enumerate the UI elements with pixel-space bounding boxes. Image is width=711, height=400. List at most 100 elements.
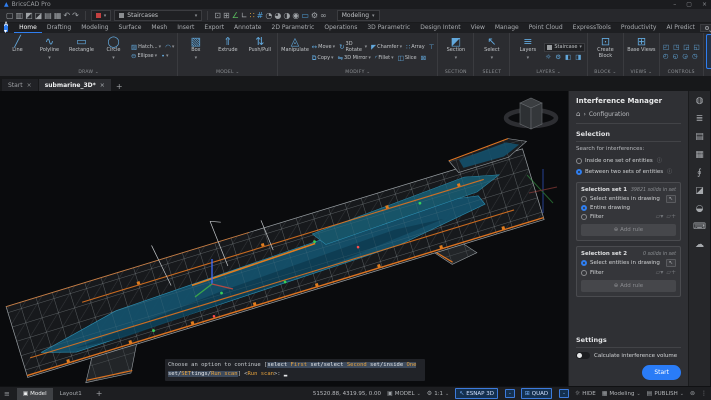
ribbon-layer-dropdown[interactable]: Staircase▾: [544, 43, 585, 52]
radio-icon[interactable]: [576, 158, 582, 164]
control-units-icon-button[interactable]: ◷: [691, 52, 699, 60]
hide-toggle[interactable]: ☼HIDE: [575, 390, 596, 397]
home-icon[interactable]: ⌂: [576, 110, 580, 118]
box-button[interactable]: ▧Box▾: [180, 34, 211, 69]
radio-inside-one-set[interactable]: Inside one set of entities ⓘ: [576, 157, 681, 164]
control-grid-icon-button[interactable]: ◲: [682, 43, 690, 51]
base-views-button[interactable]: ⊞Base Views: [626, 34, 657, 69]
control-view-icon-button[interactable]: ◱: [692, 43, 700, 51]
command-line-icon[interactable]: ⌨: [693, 223, 706, 232]
align-icon-button[interactable]: ⊠: [420, 54, 427, 62]
control-track-icon-button[interactable]: ◵: [672, 52, 680, 60]
new-file-icon[interactable]: ▢: [5, 11, 15, 20]
radio-filter[interactable]: Filter▱▾▱+: [581, 269, 676, 276]
open-file-icon[interactable]: ▥: [15, 11, 25, 20]
layers-panel-icon[interactable]: ▤: [695, 133, 704, 142]
tab-insert[interactable]: Insert: [172, 23, 199, 33]
section-button[interactable]: ◩Section▾: [440, 34, 471, 69]
chevron-down-icon[interactable]: ⌄: [505, 389, 515, 398]
attachments-icon[interactable]: ∮: [697, 169, 702, 178]
tab-point-cloud[interactable]: Point Cloud: [524, 23, 568, 33]
layout-tab-layout1[interactable]: Layout1: [54, 388, 88, 400]
doc-tab-start[interactable]: Start×: [2, 79, 38, 91]
start-button[interactable]: Start: [642, 365, 681, 380]
tab-operations[interactable]: Operations: [319, 23, 362, 33]
dyn-icon[interactable]: ∷: [249, 11, 256, 20]
open-filter-icon[interactable]: ▱▾: [656, 269, 664, 276]
radio-filter[interactable]: Filter▱▾▱+: [581, 213, 676, 220]
layout-menu-icon[interactable]: ≡: [4, 390, 10, 398]
undo-icon[interactable]: ↶: [62, 11, 71, 20]
tab-surface[interactable]: Surface: [114, 23, 147, 33]
components-icon[interactable]: ▦: [695, 151, 704, 160]
layers-button[interactable]: ≡Layers▾: [512, 34, 543, 69]
command-line[interactable]: Choose an option to continue [select Fir…: [165, 359, 425, 381]
open-filter-icon[interactable]: ▱▾: [656, 213, 664, 220]
polyline-button[interactable]: ∿Polyline▾: [34, 34, 65, 69]
save-icon[interactable]: ◩: [24, 11, 34, 20]
radio-select-entities-in-drawing[interactable]: Select entities in drawing↖: [581, 195, 676, 203]
point-icon-button[interactable]: •▾: [160, 52, 169, 60]
control-snap-icon-button[interactable]: ◴: [662, 52, 670, 60]
radio-select-entities-in-drawing[interactable]: Select entities in drawing↖: [581, 259, 676, 267]
radio-entire-drawing[interactable]: Entire drawing: [581, 205, 676, 211]
hatch--button[interactable]: ▨Hatch...▾: [130, 43, 162, 51]
new-document-button[interactable]: +: [112, 82, 127, 91]
tab-view[interactable]: View: [466, 23, 490, 33]
tab-modeling[interactable]: Modeling: [76, 23, 113, 33]
tab-manage[interactable]: Manage: [490, 23, 524, 33]
workspace-dropdown[interactable]: Modeling ▾: [337, 10, 380, 21]
save-all-icon[interactable]: ◪: [34, 11, 44, 20]
print-icon[interactable]: ▤: [43, 11, 53, 20]
bricsys-cloud-icon[interactable]: ☁: [695, 241, 704, 250]
radio-icon[interactable]: [576, 169, 582, 175]
radio-icon[interactable]: [581, 196, 587, 202]
move-button[interactable]: ↔Move▾: [311, 43, 336, 51]
tab-2d-parametric[interactable]: 2D Parametric: [267, 23, 320, 33]
control-axes-icon-button[interactable]: ◳: [672, 43, 680, 51]
layer-on-icon-button[interactable]: ☼: [544, 53, 552, 61]
settings-gear-icon[interactable]: ⚙: [310, 11, 319, 20]
tab-drafting[interactable]: Drafting: [42, 23, 76, 33]
push-pull-button[interactable]: ⇅Push/Pull: [244, 34, 275, 69]
layout-tab-model[interactable]: ▣Model: [17, 388, 53, 400]
tab-productivity[interactable]: Productivity: [616, 23, 662, 33]
wire-view-icon[interactable]: ◑: [282, 11, 291, 20]
shaded-view-icon[interactable]: ◕: [273, 11, 282, 20]
copy-button[interactable]: ⧉Copy▾: [311, 54, 335, 63]
doc-tab-submarine-3d-[interactable]: submarine_3D*×: [39, 79, 111, 91]
control-ucs-icon-button[interactable]: ◰: [662, 43, 670, 51]
manipulate-button[interactable]: ◬Manipulate: [280, 34, 309, 69]
layer-dropdown[interactable]: Staircases ▾: [114, 10, 202, 21]
application-button[interactable]: A ▾: [4, 24, 8, 32]
close-icon[interactable]: ×: [27, 82, 32, 89]
tab-mesh[interactable]: Mesh: [146, 23, 172, 33]
minimize-button[interactable]: –: [673, 1, 676, 8]
annotation-scale[interactable]: ⚙1:1⌄: [427, 390, 449, 397]
esnap-3d-toggle[interactable]: ↖ESNAP 3D: [455, 388, 498, 399]
link-icon[interactable]: ∞: [319, 11, 328, 20]
3d-rotate-button[interactable]: ↻3D Rotate▾: [338, 41, 368, 53]
radio-icon[interactable]: [581, 214, 587, 220]
ribbon-search[interactable]: [700, 24, 711, 32]
workspace-switch[interactable]: ▦Modeling⌄: [602, 390, 641, 397]
new-filter-icon[interactable]: ▱+: [666, 213, 676, 220]
esnap-icon[interactable]: ⊡: [213, 11, 222, 20]
radio-icon[interactable]: [581, 270, 587, 276]
toggle-switch[interactable]: [576, 352, 590, 359]
mechanical-browser-icon[interactable]: ◍: [696, 97, 704, 106]
circle-button[interactable]: ◯Circle▾: [98, 34, 129, 69]
polar-icon[interactable]: ∠: [231, 11, 240, 20]
properties-icon[interactable]: ≣: [696, 115, 704, 124]
layer-lock-icon-button[interactable]: ◧: [564, 53, 572, 61]
tab-annotate[interactable]: Annotate: [229, 23, 266, 33]
tab-export[interactable]: Export: [199, 23, 229, 33]
model-space-toggle[interactable]: ▣MODEL⌄: [387, 390, 421, 397]
redo-icon[interactable]: ↷: [71, 11, 80, 20]
tab-ai-predict[interactable]: AI Predict: [661, 23, 699, 33]
layer-isolate-icon-button[interactable]: ◨: [574, 53, 582, 61]
pick-in-drawing-icon[interactable]: ↖: [666, 259, 676, 267]
assistant-icon[interactable]: ◒: [696, 205, 704, 214]
twist-icon-button[interactable]: ⊤: [428, 43, 436, 51]
tab-expresstools[interactable]: ExpressTools: [568, 23, 616, 33]
